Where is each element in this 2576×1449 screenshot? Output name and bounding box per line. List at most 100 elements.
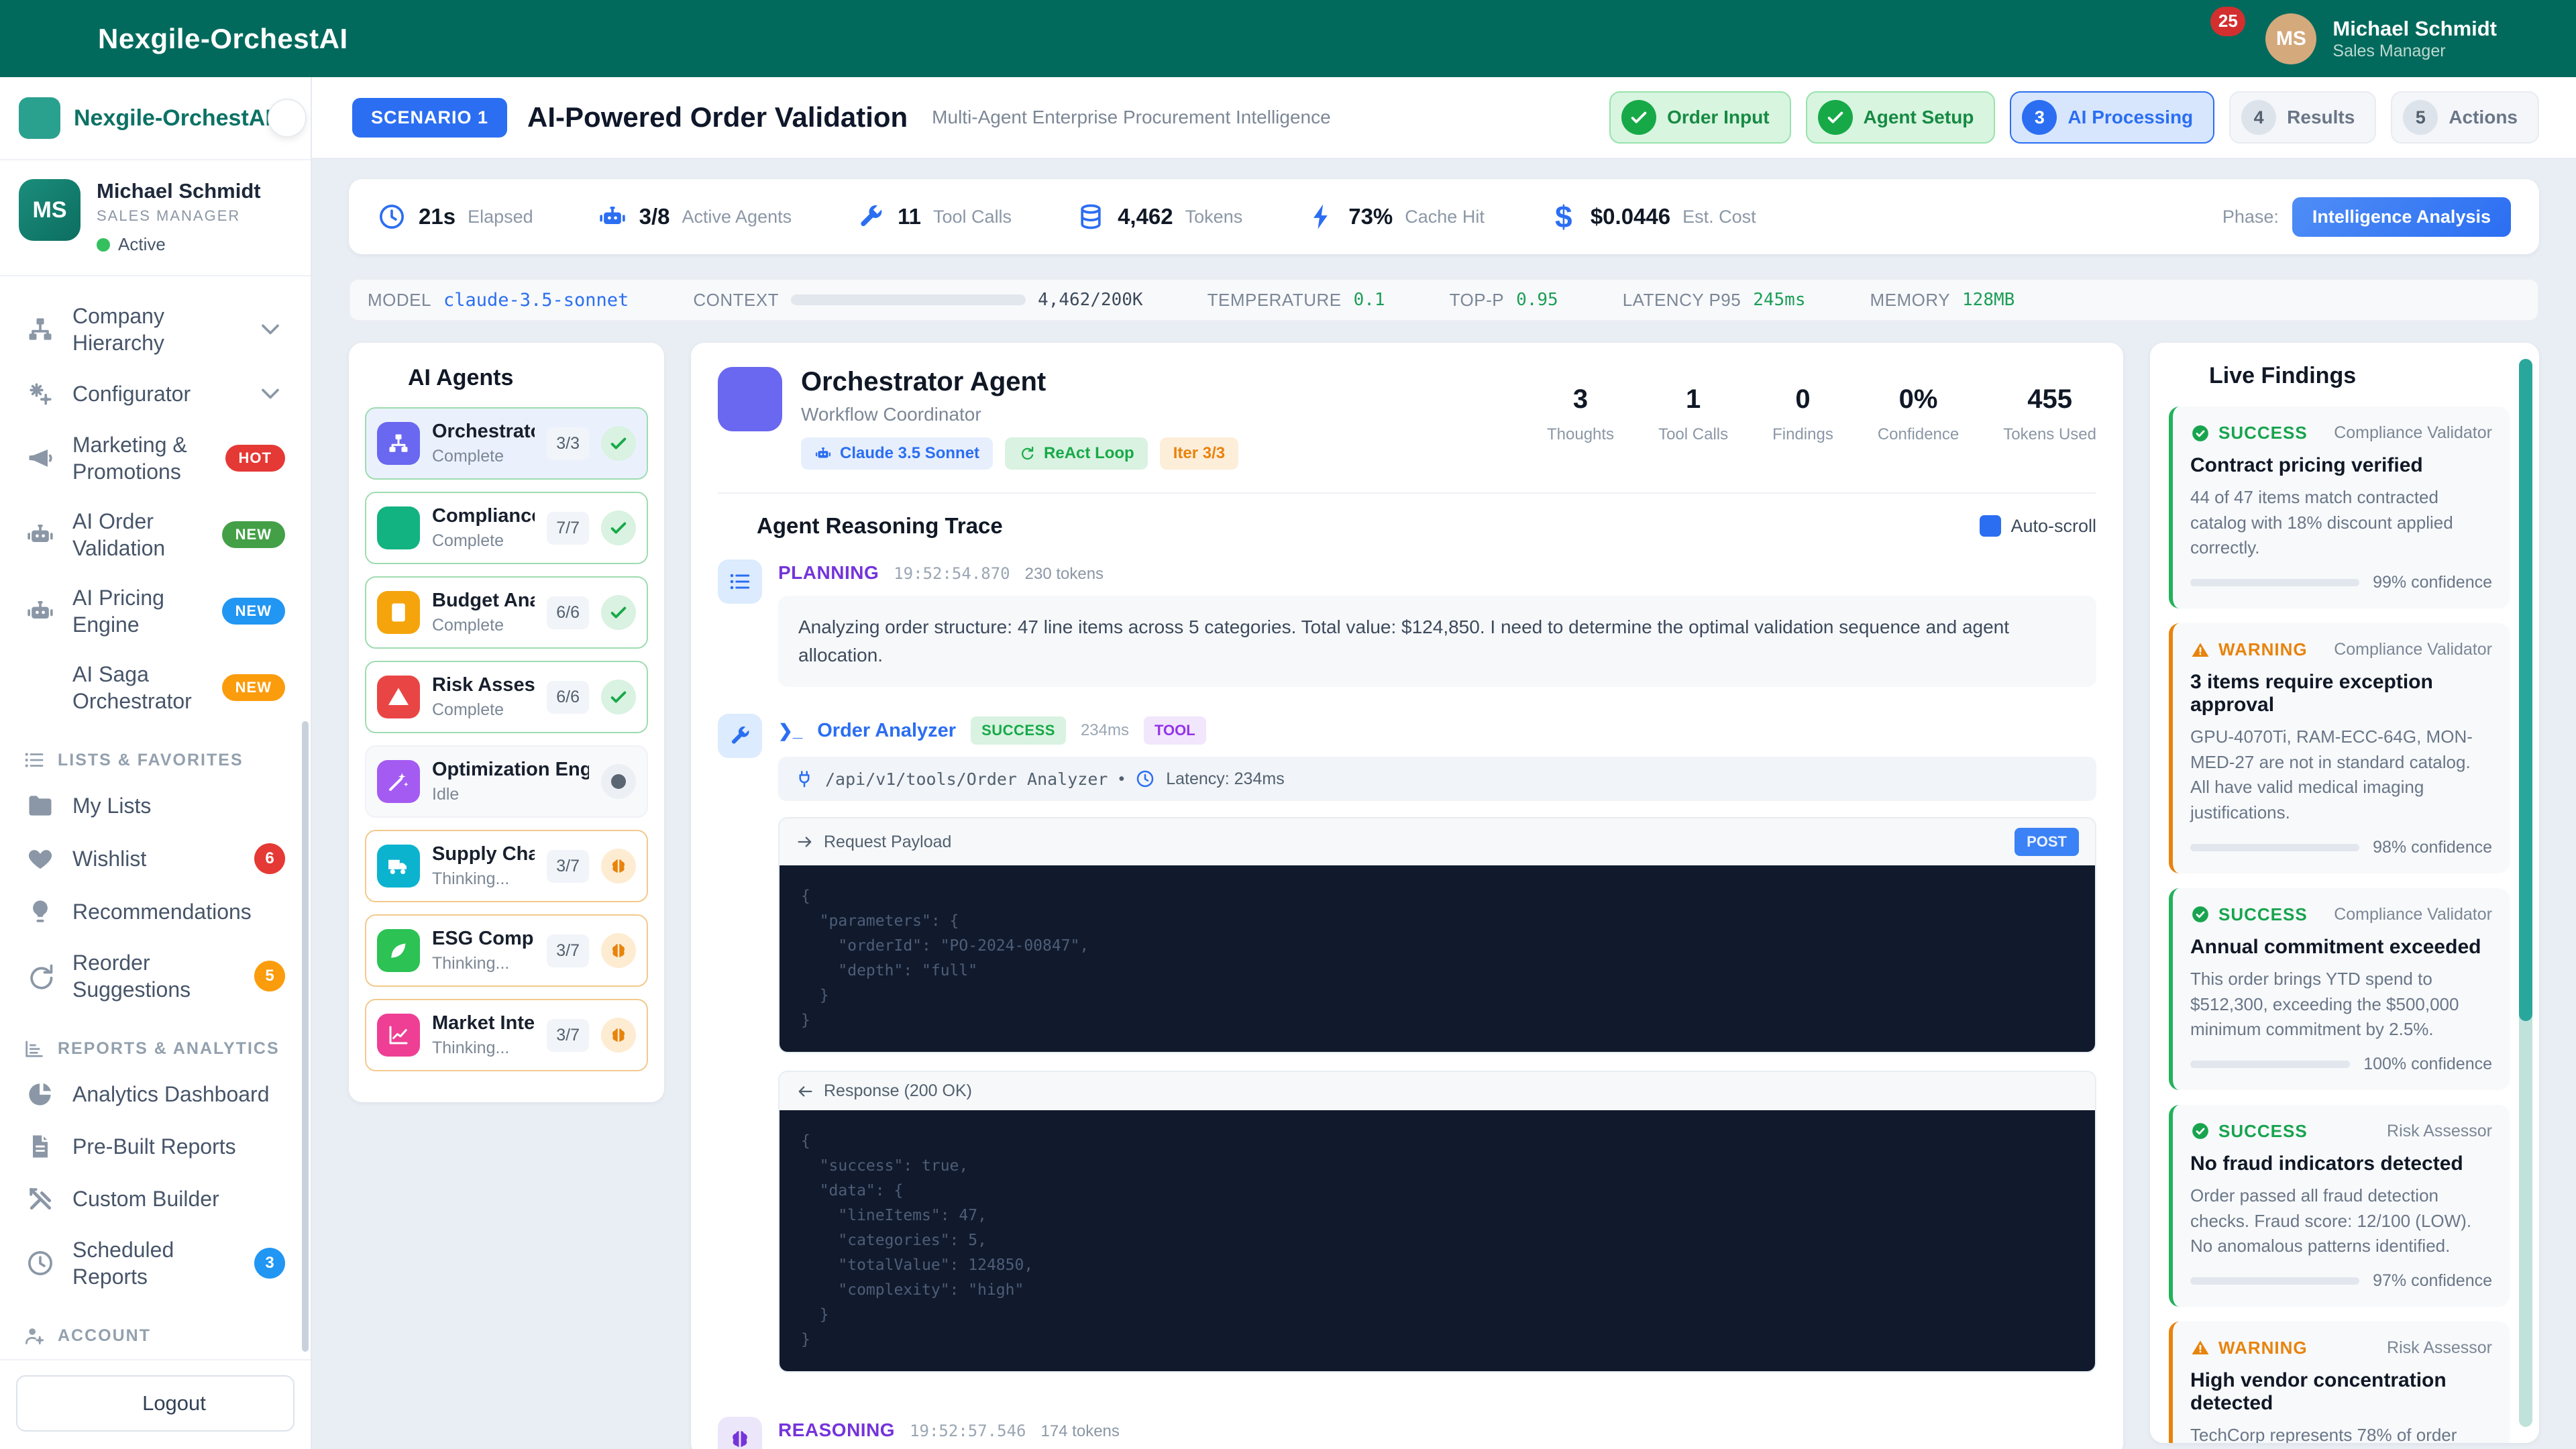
metric-label: Est. Cost	[1682, 207, 1756, 227]
users-icon	[369, 364, 396, 391]
finding-card: SUCCESSRisk AssessorNo fraud indicators …	[2169, 1105, 2510, 1307]
finding-confidence: 100% confidence	[2190, 1055, 2492, 1074]
sidebar-item-marketing-promotions[interactable]: Marketing & PromotionsHOT	[16, 420, 294, 496]
storefront-icon	[40, 19, 79, 58]
finding-agent: Compliance Validator	[2334, 640, 2492, 659]
chevron-left-icon	[277, 108, 297, 128]
truck-icon	[377, 845, 420, 888]
wrench-icon	[856, 202, 885, 231]
sidebar-item-label: Company Hierarchy	[72, 303, 238, 356]
finding-level: WARNING	[2190, 639, 2308, 660]
stat-value: 0	[1772, 384, 1833, 415]
step-number: 3	[2022, 100, 2057, 135]
warning-icon	[377, 676, 420, 718]
notifications-bell-icon[interactable]: 25	[2190, 20, 2228, 58]
agent-item-budget-analy-[interactable]: Budget Analy...Complete6/6	[365, 576, 648, 649]
sidebar-item-company-hierarchy[interactable]: Company Hierarchy	[16, 291, 294, 368]
metric-label: Active Agents	[682, 207, 792, 227]
findings-scrollbar-thumb[interactable]	[2519, 359, 2532, 1021]
sidebar-item-configurator[interactable]: Configurator	[16, 368, 294, 420]
agent-stat-tool-calls: 1Tool Calls	[1658, 384, 1728, 444]
agent-item-orchestrator-[interactable]: Orchestrator ...Complete3/3	[365, 407, 648, 480]
sidebar-item-ai-saga-orchestrator[interactable]: AI Saga OrchestratorNEW	[16, 649, 294, 726]
checkbox-checked-icon[interactable]	[1980, 515, 2001, 537]
agent-step-count: 3/7	[547, 850, 589, 883]
top-p-value: 0.95	[1516, 290, 1558, 310]
metric-value: 21s	[419, 204, 455, 229]
sidebar-item-ai-order-validation[interactable]: AI Order ValidationNEW	[16, 496, 294, 573]
brain-icon	[608, 941, 629, 961]
metric-label: Tool Calls	[933, 207, 1012, 227]
ai-agents-panel: AI Agents Orchestrator ...Complete3/3Com…	[349, 343, 664, 1102]
confidence-bar	[2190, 844, 2359, 851]
metric-value: 4,462	[1118, 204, 1173, 229]
live-findings-panel: Live Findings SUCCESSCompliance Validato…	[2150, 343, 2539, 1443]
user-gear-icon	[23, 1324, 46, 1347]
logout-button[interactable]: Logout	[16, 1375, 294, 1432]
sidebar-item-label: Wishlist	[72, 845, 237, 872]
sidebar-item-wishlist[interactable]: Wishlist6	[16, 832, 294, 885]
agent-item-esg-complia-[interactable]: ESG Complia...Thinking...3/7	[365, 914, 648, 987]
agent-item-risk-assessor[interactable]: Risk AssessorComplete6/6	[365, 661, 648, 733]
logout-icon	[105, 1391, 129, 1415]
redo-icon	[25, 961, 55, 991]
agent-item-optimization-engine[interactable]: Optimization EngineIdle	[365, 745, 648, 818]
stat-label: Findings	[1772, 425, 1833, 444]
check-circle-icon	[2190, 904, 2210, 924]
agent-step-count: 3/7	[547, 934, 589, 967]
sidebar-item-label: Scheduled Reports	[72, 1236, 237, 1290]
storefront-icon	[19, 97, 60, 139]
agent-info: Supply Chain I...Thinking...	[432, 843, 535, 889]
nav-badge: NEW	[222, 598, 285, 625]
sidebar-item-scheduled-reports[interactable]: Scheduled Reports3	[16, 1225, 294, 1301]
stat-label: Tokens Used	[2003, 425, 2096, 444]
nav-badge: NEW	[222, 674, 285, 701]
sidebar-collapse-button[interactable]	[268, 99, 307, 138]
page-title: AI-Powered Order Validation	[527, 101, 908, 133]
agent-item-market-intellig-[interactable]: Market Intellig...Thinking...3/7	[365, 999, 648, 1071]
agent-info: Orchestrator ...Complete	[432, 421, 535, 466]
finding-level-label: SUCCESS	[2218, 423, 2308, 443]
agent-item-compliance-v-[interactable]: Compliance V...Complete7/7	[365, 492, 648, 564]
step-actions[interactable]: 5Actions	[2391, 91, 2539, 144]
step-results[interactable]: 4Results	[2229, 91, 2376, 144]
tool-status-badge: SUCCESS	[971, 716, 1066, 745]
agent-item-supply-chain-i-[interactable]: Supply Chain I...Thinking... 3/7	[365, 830, 648, 902]
trace-entry-body: REASONING19:52:57.546174 tokensOrder com…	[778, 1417, 2096, 1449]
sidebar-item-analytics-dashboard[interactable]: Analytics Dashboard	[16, 1068, 294, 1120]
sidebar-item-label: Configurator	[72, 380, 238, 407]
agent-info: Compliance V...Complete	[432, 505, 535, 551]
cart-plus-icon[interactable]	[2115, 20, 2153, 58]
step-ai-processing[interactable]: 3AI Processing	[2010, 91, 2214, 144]
sidebar-item-my-lists[interactable]: My Lists	[16, 780, 294, 832]
finding-description: This order brings YTD spend to $512,300,…	[2190, 967, 2492, 1042]
step-agent-setup[interactable]: Agent Setup	[1806, 91, 1996, 144]
sidebar-item-recommendations[interactable]: Recommendations	[16, 885, 294, 938]
findings-scrollbar[interactable]	[2519, 359, 2532, 1427]
step-order-input[interactable]: Order Input	[1609, 91, 1790, 144]
sidebar-item-ai-pricing-engine[interactable]: AI Pricing EngineNEW	[16, 573, 294, 649]
chevron-down-icon	[256, 315, 285, 344]
finding-title: Annual commitment exceeded	[2190, 936, 2492, 959]
refresh-icon	[1018, 445, 1036, 462]
agent-status: Thinking...	[432, 954, 535, 973]
request-label-wrap: Request Payload	[796, 833, 951, 852]
sidebar-item-custom-builder[interactable]: Custom Builder	[16, 1173, 294, 1225]
sidebar-nav: Company Hierarchy Configurator Marketing &…	[0, 276, 311, 1359]
trace-entry-body: PLANNING19:52:54.870230 tokensAnalyzing …	[778, 559, 2096, 687]
sidebar-item-reorder-suggestions[interactable]: Reorder Suggestions5	[16, 938, 294, 1014]
tool-duration: 234ms	[1081, 721, 1129, 740]
confidence-label: 97% confidence	[2373, 1271, 2492, 1291]
stat-label: Tool Calls	[1658, 425, 1728, 444]
agent-title: Orchestrator Agent	[801, 367, 1238, 397]
arrow-right-icon	[796, 833, 814, 851]
sidebar-item-pre-built-reports[interactable]: Pre-Built Reports	[16, 1120, 294, 1173]
robot-icon	[598, 202, 627, 231]
endpoint-latency: Latency: 234ms	[1166, 769, 1285, 789]
request-payload-card: Request PayloadPOST{ "parameters": { "or…	[778, 817, 2096, 1053]
sidebar-scrollbar[interactable]	[302, 721, 309, 1352]
agent-name: Risk Assessor	[432, 674, 535, 696]
autoscroll-toggle[interactable]: Auto-scroll	[1980, 515, 2096, 537]
context-label: CONTEXT	[693, 290, 779, 311]
user-menu[interactable]: MS Michael Schmidt Sales Manager	[2265, 13, 2536, 64]
